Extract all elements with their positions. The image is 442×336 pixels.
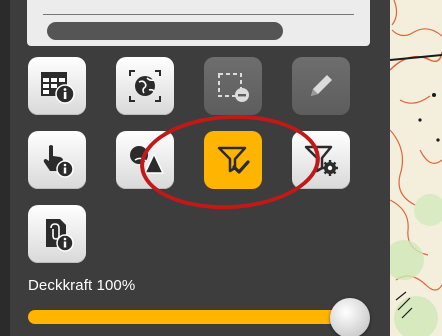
- opacity-slider-thumb[interactable]: [330, 298, 370, 336]
- shapes-icon: [130, 146, 165, 174]
- filter-apply-button[interactable]: [204, 131, 262, 189]
- layer-tool-panel: Deckkraft 100%: [10, 0, 390, 336]
- header-divider: [43, 14, 354, 15]
- remove-selection-button[interactable]: [204, 57, 262, 115]
- map-view[interactable]: [390, 0, 442, 336]
- left-edge-strip: [0, 0, 10, 336]
- filter-gear-icon: [304, 145, 338, 176]
- zoom-to-extent-button[interactable]: [116, 57, 174, 115]
- pencil-icon: [311, 75, 332, 96]
- globe-frame-icon: [129, 70, 161, 102]
- dashed-rect-minus-icon: [218, 73, 249, 102]
- pointer-info-icon: [43, 145, 74, 178]
- topographic-map: [390, 0, 442, 336]
- layer-scrollbar[interactable]: [47, 22, 283, 40]
- opacity-slider-track[interactable]: [28, 310, 353, 324]
- metadata-button[interactable]: [28, 205, 86, 263]
- app-stage: Deckkraft 100%: [0, 0, 442, 336]
- table-info-icon: [41, 72, 75, 104]
- feature-info-button[interactable]: [28, 131, 86, 189]
- layer-header-card: [27, 0, 370, 46]
- layer-style-button[interactable]: [116, 131, 174, 189]
- filter-check-icon: [217, 146, 250, 174]
- filter-settings-button[interactable]: [292, 131, 350, 189]
- attribute-table-button[interactable]: [28, 57, 86, 115]
- edit-button[interactable]: [292, 57, 350, 115]
- document-info-icon: [46, 219, 74, 252]
- opacity-label: Deckkraft 100%: [28, 277, 136, 294]
